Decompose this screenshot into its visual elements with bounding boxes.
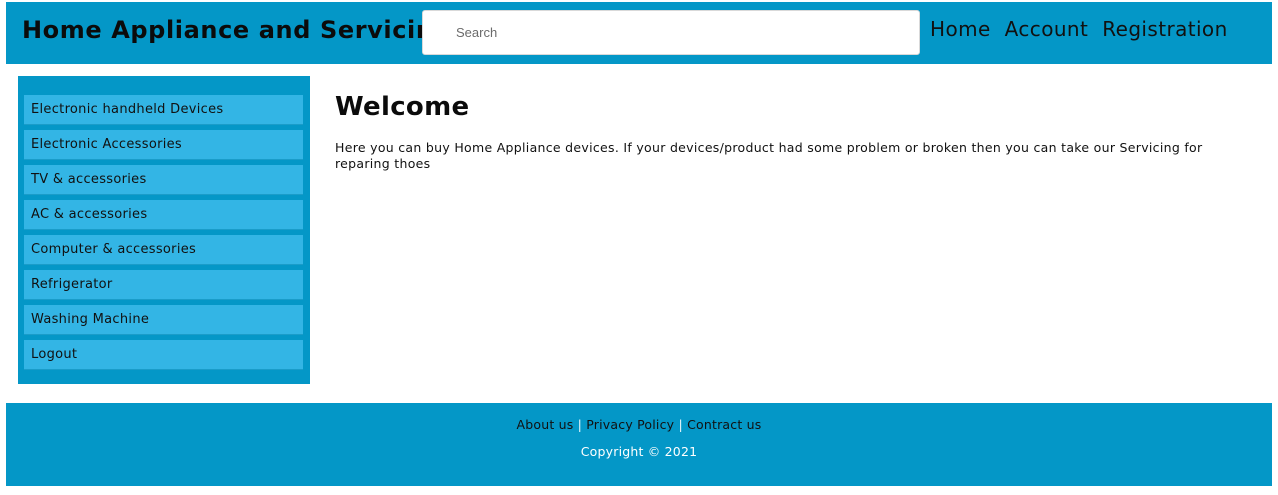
footer-separator: | — [678, 417, 683, 432]
nav-account-link[interactable]: Account — [1005, 17, 1089, 41]
page-title: Welcome — [335, 92, 470, 122]
sidebar-item-computer-accessories[interactable]: Computer & accessories — [24, 235, 303, 265]
sidebar-item-logout[interactable]: Logout — [24, 340, 303, 370]
site-header: Home Appliance and Servicing Home Accoun… — [6, 2, 1272, 64]
sidebar-item-washing-machine[interactable]: Washing Machine — [24, 305, 303, 335]
copyright-text: Copyright © 2021 — [580, 444, 698, 459]
nav-home-link[interactable]: Home — [930, 17, 991, 41]
search-input[interactable] — [422, 10, 920, 55]
top-nav: Home Account Registration — [930, 17, 1228, 41]
sidebar-item-electronic-accessories[interactable]: Electronic Accessories — [24, 130, 303, 160]
sidebar-menu: Electronic handheld Devices Electronic A… — [24, 95, 303, 375]
footer-about-link[interactable]: About us — [517, 417, 574, 432]
nav-registration-link[interactable]: Registration — [1102, 17, 1227, 41]
sidebar-item-tv-accessories[interactable]: TV & accessories — [24, 165, 303, 195]
site-title: Home Appliance and Servicing — [22, 16, 452, 44]
sidebar-item-electronic-handheld-devices[interactable]: Electronic handheld Devices — [24, 95, 303, 125]
sidebar: Electronic handheld Devices Electronic A… — [18, 76, 310, 384]
footer-links: About us | Privacy Policy | Contract us — [6, 417, 1272, 432]
intro-text: Here you can buy Home Appliance devices.… — [335, 140, 1203, 171]
main-content: Welcome Here you can buy Home Appliance … — [335, 92, 1260, 172]
sidebar-item-ac-accessories[interactable]: AC & accessories — [24, 200, 303, 230]
site-footer: About us | Privacy Policy | Contract us … — [6, 403, 1272, 486]
footer-privacy-link[interactable]: Privacy Policy — [586, 417, 674, 432]
sidebar-item-refrigerator[interactable]: Refrigerator — [24, 270, 303, 300]
footer-separator: | — [577, 417, 583, 432]
footer-contact-link[interactable]: Contract us — [687, 417, 761, 432]
